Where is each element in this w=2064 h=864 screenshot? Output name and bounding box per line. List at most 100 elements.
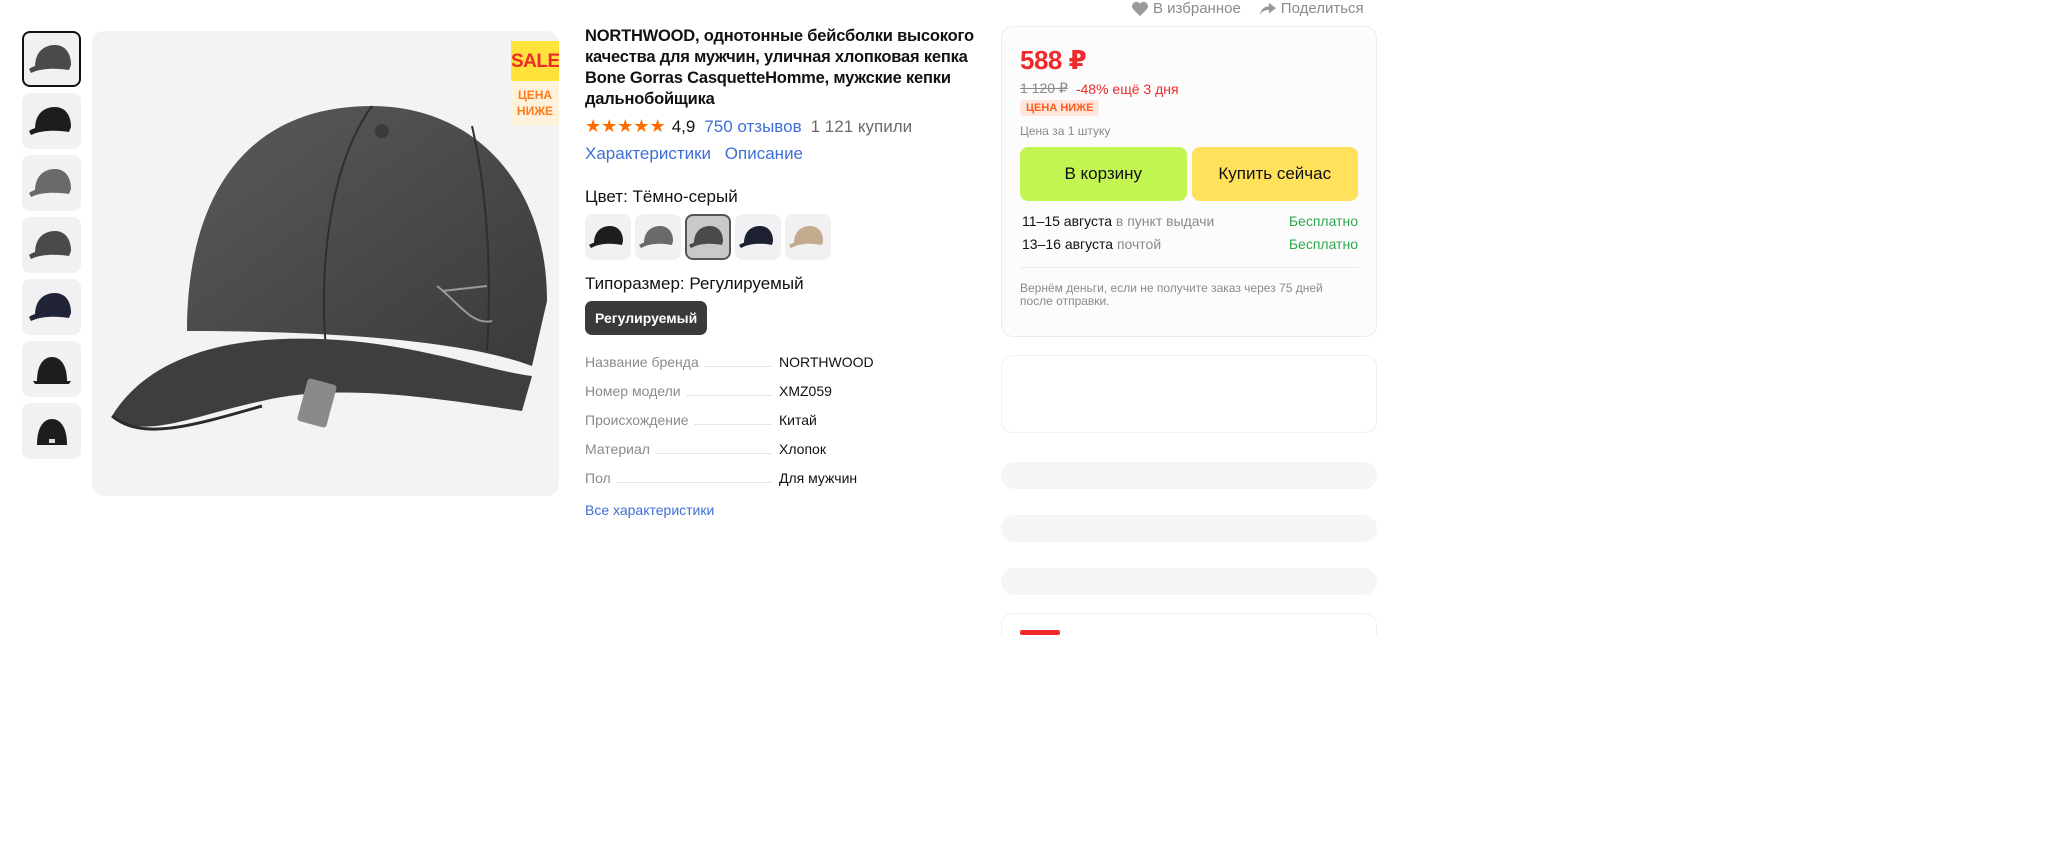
cap-thumbnail — [36, 419, 67, 445]
loading-bar — [1001, 515, 1377, 542]
delivery-method: почтой — [1116, 236, 1162, 252]
buy-box: 588 ₽ 1 120 ₽ -48% ещё 3 дня ЦЕНА НИЖЕ Ц… — [1001, 26, 1377, 337]
delivery-dates: 11–15 августа — [1022, 213, 1112, 229]
all-specs-link[interactable]: Все характеристики — [585, 502, 985, 518]
spec-row: Материал Хлопок — [585, 441, 985, 470]
thumbnail-3[interactable] — [22, 155, 81, 211]
product-title: NORTHWOOD, однотонные бейсболки высокого… — [585, 27, 974, 108]
rating-row: ★★★★★ 4,9 750 отзывов 1 121 купили — [585, 116, 985, 137]
delivery-date-method: 13–16 августа почтой — [1022, 236, 1161, 259]
description-link[interactable]: Описание — [725, 144, 803, 163]
color-swatch-selected[interactable] — [685, 214, 731, 260]
loading-bar — [1001, 568, 1377, 595]
favorite-label: В избранное — [1153, 0, 1241, 17]
spec-dots — [616, 482, 771, 483]
cap-swatch — [639, 226, 673, 248]
color-swatch[interactable] — [635, 214, 681, 260]
sale-badge: SALE ЦЕНА НИЖЕ — [511, 41, 559, 125]
cap-swatch — [739, 226, 773, 248]
spec-row: Происхождение Китай — [585, 412, 985, 441]
spec-name: Материал — [585, 441, 650, 457]
delivery-row: 13–16 августа почтой Бесплатно — [1020, 236, 1358, 259]
spec-dots — [704, 366, 771, 367]
spec-dots — [655, 453, 771, 454]
spec-value: Китай — [779, 412, 817, 428]
cap-swatch — [589, 226, 623, 248]
cap-thumbnail — [28, 231, 71, 259]
old-price: 1 120 ₽ — [1020, 80, 1068, 96]
color-swatch[interactable] — [585, 214, 631, 260]
spec-name: Пол — [585, 470, 611, 486]
spec-value: NORTHWOOD — [779, 354, 874, 370]
buy-now-button[interactable]: Купить сейчас — [1191, 147, 1358, 201]
thumbnail-1[interactable] — [22, 31, 81, 87]
product-info: NORTHWOOD, однотонные бейсболки высокого… — [585, 26, 985, 518]
spec-name: Происхождение — [585, 412, 689, 428]
cap-thumbnail — [28, 45, 71, 73]
spec-value: Для мужчин — [779, 470, 858, 486]
delivery-cost: Бесплатно — [1288, 236, 1358, 252]
loading-card — [1001, 355, 1377, 433]
cap-swatch — [689, 226, 723, 248]
size-label: Типоразмер: Регулируемый — [585, 274, 804, 293]
buy-buttons: В корзину Купить сейчас — [1020, 147, 1358, 201]
characteristics-link[interactable]: Характеристики — [585, 144, 711, 163]
delivery-method: в пункт выдачи — [1115, 213, 1215, 229]
lower-price-label: ЦЕНА НИЖЕ — [511, 81, 559, 125]
loading-accent — [1020, 630, 1060, 635]
lower-price-badge: ЦЕНА НИЖЕ — [1020, 100, 1100, 116]
cap-thumbnail — [28, 293, 71, 321]
share-label: Поделиться — [1280, 0, 1364, 17]
loading-card — [1001, 613, 1377, 635]
delivery-cost: Бесплатно — [1288, 213, 1358, 229]
bought-count: 1 121 купили — [810, 116, 913, 136]
section-links: Характеристики Описание — [585, 144, 985, 164]
color-swatch[interactable] — [785, 214, 831, 260]
current-price: 588 ₽ — [1020, 45, 1087, 75]
spec-name: Номер модели — [585, 383, 681, 399]
main-product-image[interactable]: SALE ЦЕНА НИЖЕ — [92, 31, 559, 496]
rating-value: 4,9 — [671, 116, 696, 136]
cap-thumbnail — [28, 169, 71, 197]
cap-thumbnail — [32, 357, 71, 384]
old-price-row: 1 120 ₽ -48% ещё 3 дня — [1020, 80, 1358, 97]
share-button[interactable]: Поделиться — [1259, 0, 1364, 17]
top-actions: В избранное Поделиться — [1131, 0, 1382, 17]
thumbnail-4[interactable] — [22, 217, 81, 273]
spec-dots — [694, 424, 771, 425]
thumbnail-5[interactable] — [22, 279, 81, 335]
delivery-options: 11–15 августа в пункт выдачи Бесплатно 1… — [1020, 213, 1358, 259]
cap-image — [111, 105, 547, 431]
color-swatch[interactable] — [735, 214, 781, 260]
spec-dots — [686, 395, 771, 396]
spec-value: XMZ059 — [779, 383, 832, 399]
loading-bar — [1001, 462, 1377, 489]
size-option-adjustable[interactable]: Регулируемый — [585, 301, 708, 335]
delivery-row: 11–15 августа в пункт выдачи Бесплатно — [1020, 213, 1358, 236]
color-swatches — [585, 214, 985, 260]
per-unit-label: Цена за 1 штуку — [1020, 124, 1111, 138]
spec-name: Название бренда — [585, 354, 699, 370]
add-to-cart-button[interactable]: В корзину — [1020, 147, 1187, 201]
thumbnail-2[interactable] — [22, 93, 81, 149]
color-label: Цвет: Тёмно-серый — [585, 187, 738, 206]
cap-thumbnail — [28, 107, 71, 135]
divider — [1020, 267, 1358, 268]
spec-value: Хлопок — [779, 441, 826, 457]
spec-row: Пол Для мужчин — [585, 470, 985, 499]
thumbnail-6[interactable] — [22, 341, 81, 397]
sale-label: SALE — [511, 41, 559, 81]
heart-icon — [1132, 1, 1148, 16]
spec-row: Название бренда NORTHWOOD — [585, 354, 985, 383]
thumbnail-7[interactable] — [22, 403, 81, 459]
discount-label: -48% ещё 3 дня — [1075, 80, 1179, 97]
spec-row: Номер модели XMZ059 — [585, 383, 985, 412]
favorite-button[interactable]: В избранное — [1131, 0, 1241, 17]
delivery-dates: 13–16 августа — [1022, 236, 1114, 252]
cap-swatch — [789, 226, 823, 248]
specs-list: Название бренда NORTHWOOD Номер модели XMZ… — [585, 354, 985, 499]
share-icon — [1259, 2, 1276, 15]
reviews-link[interactable]: 750 отзывов — [704, 117, 801, 137]
refund-notice: Вернём деньги, если не получите заказ че… — [1020, 281, 1323, 308]
thumbnail-list — [22, 31, 84, 465]
